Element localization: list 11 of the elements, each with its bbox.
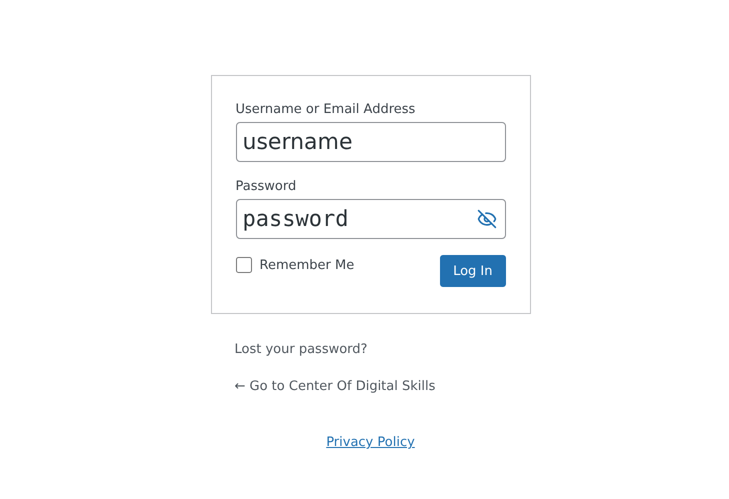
login-button[interactable]: Log In: [440, 255, 506, 288]
nav-link[interactable]: Lost your password?: [234, 342, 368, 358]
privacy-policy-link[interactable]: Privacy Policy: [326, 435, 415, 450]
remember-label: Remember Me: [260, 258, 354, 273]
password-field[interactable]: password: [236, 199, 506, 240]
eye-slash-icon[interactable]: [476, 209, 496, 230]
username-field[interactable]: username: [236, 122, 506, 162]
field-label: Username or Email Address: [236, 101, 416, 119]
remember-checkbox[interactable]: [236, 257, 252, 274]
field-label: Password: [236, 178, 298, 196]
nav-link[interactable]: ← Go to Center Of Digital Skills: [234, 379, 436, 394]
